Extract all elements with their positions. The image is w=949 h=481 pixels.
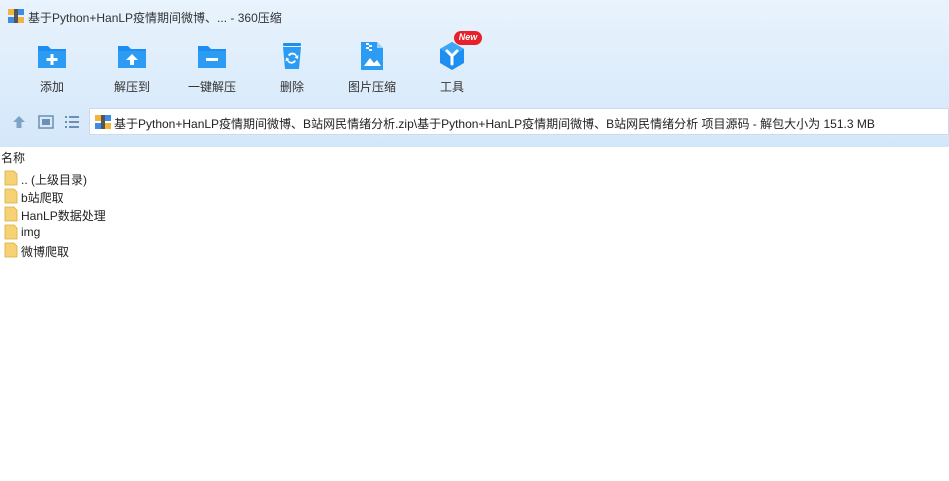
add-button[interactable]: 添加 (12, 38, 92, 98)
thumbnail-view-icon[interactable] (38, 114, 54, 130)
image-compress-icon (361, 42, 383, 70)
extract-to-icon (118, 46, 146, 68)
archive-icon (8, 9, 24, 23)
delete-label: 删除 (279, 80, 304, 94)
one-click-extract-icon (198, 46, 226, 68)
title-bar: 基于Python+HanLP疫情期间微博、... - 360压缩 (0, 0, 949, 32)
up-arrow-icon[interactable] (11, 114, 27, 130)
image-compress-label: 图片压缩 (347, 80, 396, 94)
address-path: 基于Python+HanLP疫情期间微博、B站网民情绪分析.zip\基于Pyth… (114, 117, 875, 131)
folder-icon (4, 224, 18, 240)
tools-label: 工具 (439, 80, 464, 94)
new-badge: New (458, 32, 478, 42)
address-bar[interactable]: 基于Python+HanLP疫情期间微博、B站网民情绪分析.zip\基于Pyth… (89, 108, 949, 135)
extract-to-button[interactable]: 解压到 (92, 38, 172, 98)
list-item-name: b站爬取 (21, 191, 64, 205)
list-item[interactable]: 微博爬取 (0, 241, 200, 259)
column-name-header[interactable]: 名称 (1, 149, 25, 166)
folder-icon (4, 242, 18, 258)
list-item-parent-dir[interactable]: .. (上级目录) (0, 169, 200, 187)
list-view-icon[interactable] (64, 114, 80, 130)
image-compress-button[interactable]: 图片压缩 (332, 38, 412, 98)
list-item-name: .. (上级目录) (21, 173, 87, 187)
extract-to-label: 解压到 (113, 80, 150, 94)
folder-icon (4, 206, 18, 222)
column-header: 名称 (0, 147, 949, 165)
folder-icon (4, 170, 18, 186)
delete-button[interactable]: 删除 (252, 38, 332, 98)
one-click-extract-button[interactable]: 一键解压 (172, 38, 252, 98)
window-title: 基于Python+HanLP疫情期间微博、... - 360压缩 (28, 11, 282, 25)
list-item[interactable]: b站爬取 (0, 187, 200, 205)
tools-button[interactable]: New 工具 (412, 31, 492, 98)
one-click-extract-label: 一键解压 (187, 80, 236, 94)
recycle-bin-icon (283, 43, 301, 69)
add-folder-icon (38, 46, 66, 68)
list-item-name: img (21, 225, 41, 239)
list-item[interactable]: img (0, 223, 200, 241)
archive-icon (95, 115, 111, 129)
list-item-name: HanLP数据处理 (21, 209, 106, 223)
list-item[interactable]: HanLP数据处理 (0, 205, 200, 223)
folder-icon (4, 188, 18, 204)
list-item-name: 微博爬取 (21, 245, 70, 259)
add-label: 添加 (39, 80, 64, 94)
